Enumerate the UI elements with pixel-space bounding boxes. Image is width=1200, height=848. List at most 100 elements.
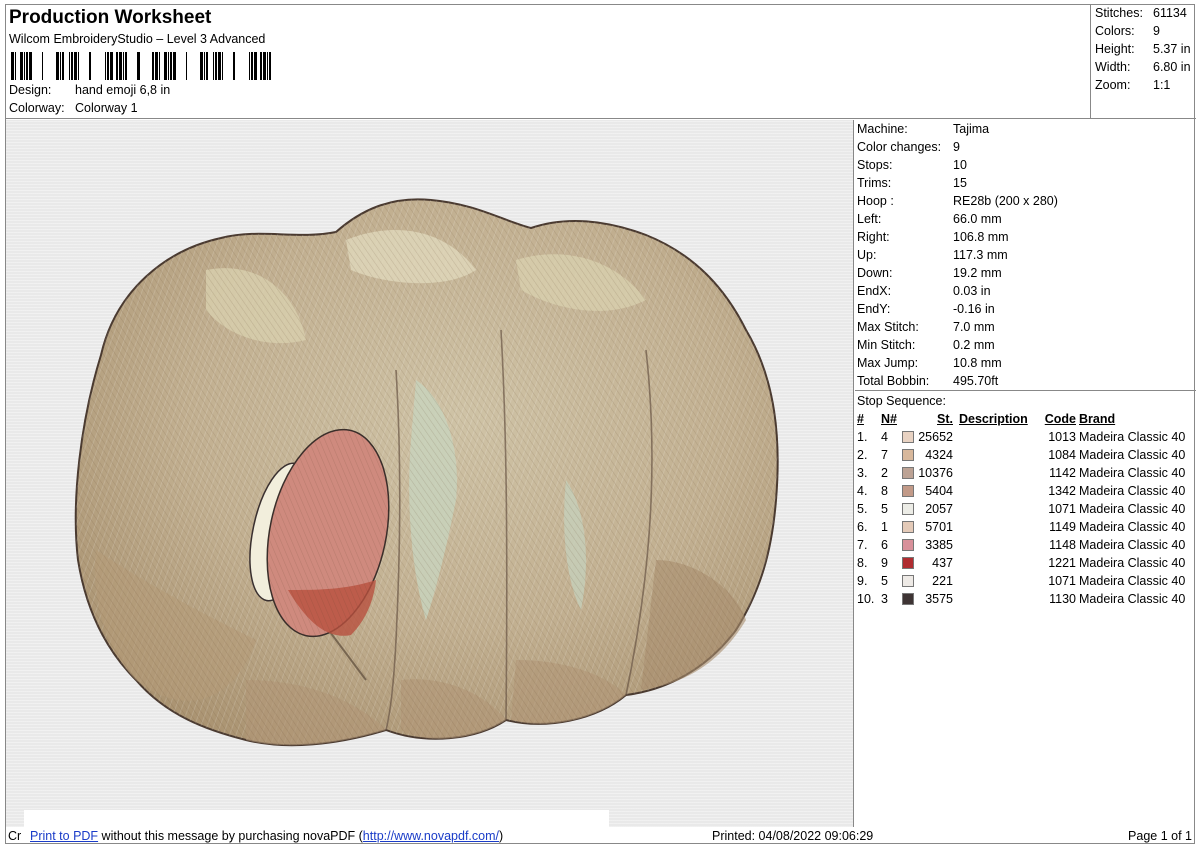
table-row: 8. 9 437 1221 Madeira Classic 40	[855, 554, 1196, 572]
info-value: 117.3 mm	[953, 248, 1008, 262]
col-header-needle: N#	[881, 412, 897, 426]
stat-width: Width: 6.80 in	[1095, 60, 1191, 74]
color-swatch	[902, 503, 914, 515]
stat-height: Height: 5.37 in	[1095, 42, 1191, 56]
min-stitch-row: Min Stitch: 0.2 mm	[857, 336, 995, 354]
page-title: Production Worksheet	[9, 7, 212, 28]
row-index: 7.	[857, 538, 868, 552]
stat-value: 1:1	[1153, 78, 1171, 92]
col-header-index: #	[857, 412, 864, 426]
row-brand: Madeira Classic 40	[1079, 448, 1186, 462]
endy-row: EndY: -0.16 in	[857, 300, 995, 318]
table-row: 3. 2 10376 1142 Madeira Classic 40	[855, 464, 1196, 482]
stop-sequence-title: Stop Sequence:	[857, 394, 946, 408]
row-code: 1148	[1049, 538, 1076, 552]
stat-label: Colors:	[1095, 24, 1135, 38]
printed-timestamp: Printed: 04/08/2022 09:06:29	[712, 829, 874, 843]
row-code: 1013	[1048, 430, 1076, 444]
row-needle: 4	[881, 430, 888, 444]
row-stitches: 221	[932, 574, 953, 588]
print-to-pdf-link[interactable]: Print to PDF	[30, 829, 98, 843]
info-label: Color changes:	[857, 140, 942, 154]
row-stitches: 3575	[925, 592, 953, 606]
stat-zoom: Zoom: 1:1	[1095, 78, 1170, 92]
info-label: Trims:	[857, 176, 892, 190]
right-row: Right: 106.8 mm	[857, 228, 1009, 246]
stat-value: 61134	[1153, 6, 1187, 20]
row-stitches: 25652	[918, 430, 953, 444]
info-value: 10	[953, 158, 967, 172]
row-code: 1142	[1049, 466, 1076, 480]
row-stitches: 437	[932, 556, 953, 570]
header-panel: Production Worksheet Wilcom EmbroiderySt…	[6, 5, 1091, 119]
info-label: Stops:	[857, 158, 893, 172]
pdf-notice-text: without this message by purchasing novaP…	[98, 829, 363, 843]
stat-stitches: Stitches: 61134	[1095, 6, 1187, 20]
color-swatch	[902, 557, 914, 569]
row-code: 1130	[1049, 592, 1076, 606]
row-brand: Madeira Classic 40	[1079, 484, 1186, 498]
info-label: EndX:	[857, 284, 892, 298]
col-header-code: Code	[1044, 412, 1076, 426]
stop-sequence-panel: Stop Sequence: # N# St. Description Code…	[855, 392, 1196, 612]
row-index: 3.	[857, 466, 868, 480]
info-value: 106.8 mm	[953, 230, 1009, 244]
machine-info-panel: Machine: Tajima Color changes: 9 Stops: 10 …	[855, 120, 1196, 391]
row-code: 1221	[1048, 556, 1076, 570]
stat-label: Width:	[1095, 60, 1131, 74]
row-needle: 1	[881, 520, 888, 534]
endx-row: EndX: 0.03 in	[857, 282, 991, 300]
stats-panel: Stitches: 61134 Colors: 9 Height: 5.37 in W…	[1091, 5, 1196, 119]
row-index: 10.	[857, 592, 875, 606]
stat-value: 6.80 in	[1153, 60, 1191, 74]
col-header-stitches: St.	[937, 412, 953, 426]
info-label: Machine:	[857, 122, 908, 136]
info-value: 19.2 mm	[953, 266, 1002, 280]
stat-label: Height:	[1095, 42, 1135, 56]
trims-row: Trims: 15	[857, 174, 967, 192]
novapdf-url-link[interactable]: http://www.novapdf.com/	[363, 829, 499, 843]
color-swatch	[902, 593, 914, 605]
info-value: 0.2 mm	[953, 338, 995, 352]
row-brand: Madeira Classic 40	[1079, 538, 1186, 552]
barcode	[11, 52, 271, 80]
max-stitch-row: Max Stitch: 7.0 mm	[857, 318, 995, 336]
info-value: RE28b (200 x 280)	[953, 194, 1058, 208]
color-swatch	[902, 431, 914, 443]
stat-label: Zoom:	[1095, 78, 1131, 92]
up-row: Up: 117.3 mm	[857, 246, 1008, 264]
info-value: 10.8 mm	[953, 356, 1002, 370]
worksheet: Production Worksheet Wilcom EmbroiderySt…	[5, 4, 1196, 845]
info-label: Right:	[857, 230, 890, 244]
stat-value: 9	[1153, 24, 1160, 38]
stop-sequence-header: # N# St. Description Code Brand	[855, 410, 1196, 428]
row-stitches: 3385	[925, 538, 953, 552]
fist-embroidery-image	[74, 198, 779, 747]
hoop-row: Hoop : RE28b (200 x 280)	[857, 192, 1058, 210]
page-number: Page 1 of 1	[1128, 829, 1192, 843]
down-row: Down: 19.2 mm	[857, 264, 1002, 282]
info-label: Up:	[857, 248, 877, 262]
row-needle: 6	[881, 538, 888, 552]
info-label: Total Bobbin:	[857, 374, 930, 388]
info-value: 66.0 mm	[953, 212, 1002, 226]
table-row: 7. 6 3385 1148 Madeira Classic 40	[855, 536, 1196, 554]
table-row: 6. 1 5701 1149 Madeira Classic 40	[855, 518, 1196, 536]
design-value: hand emoji 6,8 in	[75, 83, 171, 97]
row-brand: Madeira Classic 40	[1079, 430, 1186, 444]
row-brand: Madeira Classic 40	[1079, 520, 1186, 534]
row-brand: Madeira Classic 40	[1079, 592, 1186, 606]
row-needle: 8	[881, 484, 888, 498]
info-label: Min Stitch:	[857, 338, 916, 352]
colorway-row: Colorway: Colorway 1	[9, 101, 138, 115]
row-needle: 7	[881, 448, 888, 462]
row-stitches: 5404	[925, 484, 953, 498]
row-stitches: 2057	[925, 502, 953, 516]
row-brand: Madeira Classic 40	[1079, 556, 1186, 570]
color-swatch	[902, 467, 914, 479]
footer: Cr Print to PDF without this message by …	[6, 827, 1196, 845]
design-preview	[6, 120, 854, 827]
row-needle: 5	[881, 574, 888, 588]
pdf-banner-bg	[24, 810, 609, 827]
row-needle: 5	[881, 502, 888, 516]
